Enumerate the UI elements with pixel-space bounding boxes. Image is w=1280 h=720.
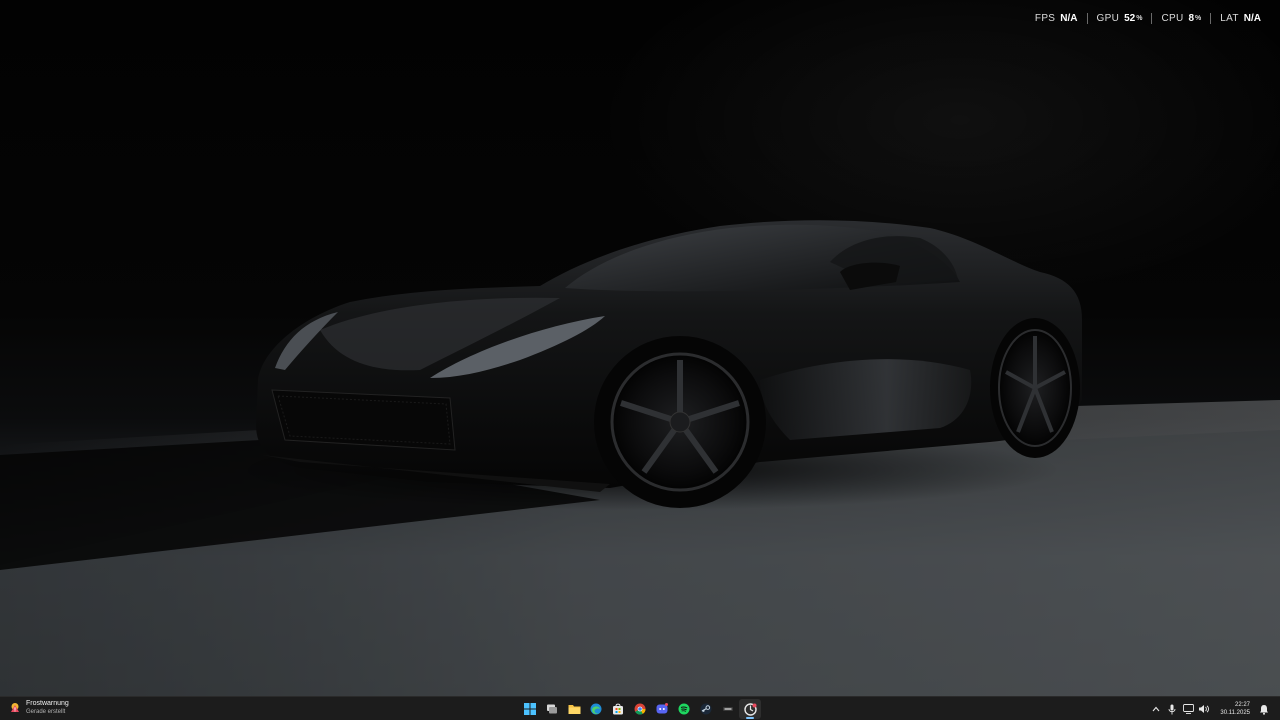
weather-warning-icon <box>8 701 22 715</box>
windows-start-icon <box>524 703 536 715</box>
chrome-button[interactable] <box>629 699 651 719</box>
app-icon <box>723 707 733 711</box>
metric-label: FPS <box>1034 12 1056 24</box>
microphone-icon <box>1168 704 1176 714</box>
task-view-icon <box>547 704 557 714</box>
show-hidden-icons-button[interactable] <box>1148 699 1164 719</box>
volume-icon <box>1199 705 1210 713</box>
metric-label: LAT <box>1220 12 1239 24</box>
spotify-button[interactable] <box>673 699 695 719</box>
discord-button[interactable] <box>651 699 673 719</box>
gpu-metric: GPU 52 % <box>1086 12 1152 24</box>
fps-metric: FPS N/A <box>1026 13 1087 24</box>
clock-time: 22:27 <box>1234 702 1250 708</box>
chevron-up-icon <box>1152 706 1160 712</box>
edge-button[interactable] <box>585 699 607 719</box>
store-button[interactable] <box>607 699 629 719</box>
app-button[interactable] <box>717 699 739 719</box>
active-app-button[interactable] <box>739 699 761 719</box>
metric-value: N/A <box>1243 12 1261 24</box>
network-button[interactable] <box>1180 699 1196 719</box>
active-app-icon <box>743 702 757 716</box>
steam-button[interactable] <box>695 699 717 719</box>
edge-icon <box>590 703 602 715</box>
network-icon <box>1182 704 1194 714</box>
metric-value: 8 <box>1188 12 1195 24</box>
discord-icon <box>656 703 668 714</box>
taskbar-apps <box>519 699 761 719</box>
metric-unit: % <box>1195 14 1202 22</box>
clock-date: 30.11.2025 <box>1220 710 1250 716</box>
metric-value: N/A <box>1060 12 1078 24</box>
metric-value: 52 <box>1124 12 1136 24</box>
chrome-icon <box>634 703 646 715</box>
notification-bell-icon <box>1260 704 1268 715</box>
taskbar: Frostwarnung Gerade erstellt 22:27 30.11… <box>0 696 1280 720</box>
steam-icon <box>700 703 712 715</box>
notification-subtitle: Gerade erstellt <box>26 709 66 715</box>
store-icon <box>613 703 623 715</box>
notification-title: Frostwarnung <box>26 700 69 707</box>
metric-label: GPU <box>1096 12 1120 24</box>
metric-label: CPU <box>1161 12 1184 24</box>
cpu-metric: CPU 8 % <box>1151 12 1210 24</box>
weather-widget[interactable]: Frostwarnung Gerade erstellt <box>8 699 69 717</box>
latency-metric: LAT N/A <box>1210 12 1270 24</box>
start-button[interactable] <box>519 699 541 719</box>
performance-overlay: FPS N/A GPU 52 % CPU 8 % LAT N/A <box>1026 12 1270 24</box>
microphone-button[interactable] <box>1164 699 1180 719</box>
running-indicator <box>746 717 754 719</box>
volume-button[interactable] <box>1196 699 1212 719</box>
task-view-button[interactable] <box>541 699 563 719</box>
desktop-wallpaper <box>0 0 1280 696</box>
metric-unit: % <box>1136 14 1143 22</box>
system-tray: 22:27 30.11.2025 <box>1148 699 1272 719</box>
spotify-icon <box>678 703 690 715</box>
file-explorer-button[interactable] <box>563 699 585 719</box>
notification-center-button[interactable] <box>1256 699 1272 719</box>
clock[interactable]: 22:27 30.11.2025 <box>1220 701 1250 717</box>
sports-car-image <box>0 220 1280 696</box>
folder-icon <box>568 705 580 714</box>
